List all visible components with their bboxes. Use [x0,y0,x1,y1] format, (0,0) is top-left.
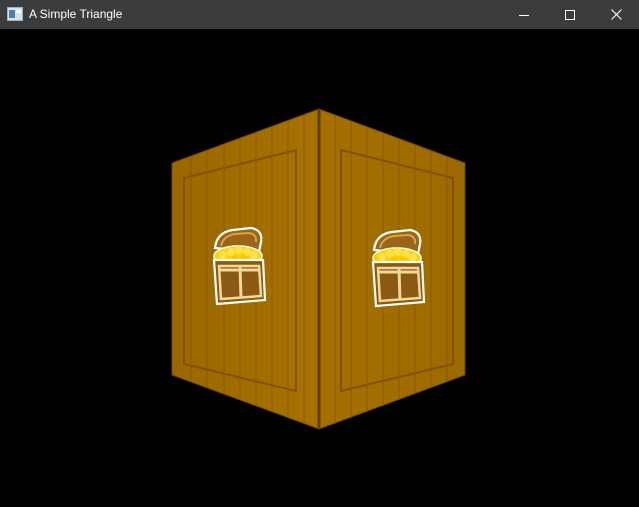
window-title: A Simple Triangle [29,7,123,21]
render-viewport[interactable] [0,29,639,507]
maximize-icon [565,9,575,20]
crate-right-face [318,108,466,430]
crate-scene [171,108,466,430]
close-button[interactable] [593,0,639,29]
treasure-chest-icon [212,226,267,306]
treasure-chest-icon [371,228,426,308]
close-icon [610,9,622,20]
app-window: A Simple Triangle [0,0,639,507]
minimize-button[interactable] [501,0,547,29]
title-bar[interactable]: A Simple Triangle [0,0,639,29]
crate-left-face [171,108,320,430]
maximize-button[interactable] [547,0,593,29]
window-app-icon [7,7,23,21]
minimize-icon [519,14,529,16]
